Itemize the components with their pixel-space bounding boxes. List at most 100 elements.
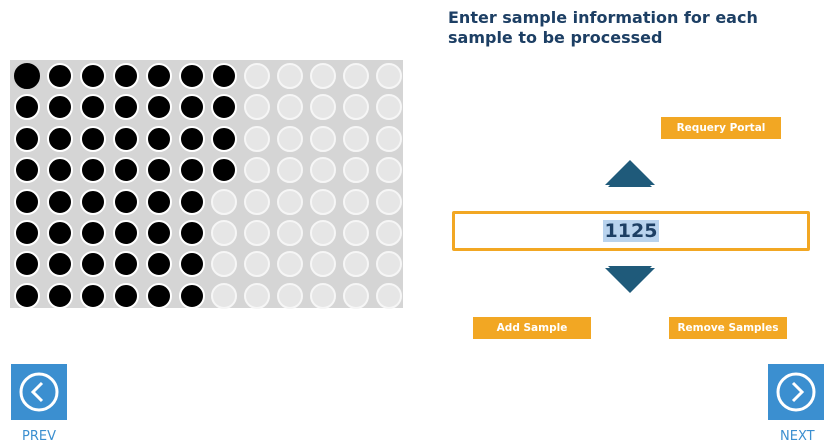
plate-well[interactable] — [112, 125, 139, 152]
plate-well[interactable] — [244, 251, 271, 278]
plate-well[interactable] — [145, 125, 172, 152]
plate-well[interactable] — [178, 220, 205, 246]
plate-well[interactable] — [14, 94, 40, 121]
plate-well[interactable] — [375, 63, 402, 89]
plate-well[interactable] — [343, 63, 369, 89]
plate-well[interactable] — [277, 125, 304, 152]
plate-well[interactable] — [178, 251, 205, 278]
plate-well[interactable] — [277, 251, 304, 278]
plate-well[interactable] — [211, 125, 238, 152]
plate-well[interactable] — [277, 157, 304, 184]
plate-well[interactable] — [343, 220, 369, 246]
plate-well[interactable] — [343, 251, 369, 278]
plate-well[interactable] — [112, 188, 139, 215]
plate-well[interactable] — [46, 94, 73, 121]
plate-well[interactable] — [79, 94, 106, 121]
plate-well[interactable] — [112, 251, 139, 278]
plate-well[interactable] — [244, 220, 271, 246]
plate-well[interactable] — [178, 94, 205, 121]
add-sample-button[interactable]: Add Sample — [473, 317, 591, 339]
prev-button[interactable] — [11, 364, 67, 420]
plate-well[interactable] — [310, 94, 337, 121]
plate-well[interactable] — [244, 157, 271, 184]
plate-well[interactable] — [277, 188, 304, 215]
plate-well[interactable] — [211, 188, 238, 215]
plate-well[interactable] — [145, 157, 172, 184]
plate-well[interactable] — [310, 63, 337, 89]
plate-well[interactable] — [211, 282, 238, 309]
plate-well[interactable] — [14, 125, 40, 152]
plate-well[interactable] — [46, 125, 73, 152]
plate-well[interactable] — [178, 63, 205, 89]
plate-well[interactable] — [310, 188, 337, 215]
plate-well[interactable] — [211, 94, 238, 121]
plate-well[interactable] — [14, 63, 40, 89]
plate-well[interactable] — [375, 125, 402, 152]
plate-well[interactable] — [178, 125, 205, 152]
chevron-down-icon[interactable] — [605, 266, 655, 298]
plate-well[interactable] — [46, 220, 73, 246]
plate-well[interactable] — [375, 251, 402, 278]
plate-well[interactable] — [14, 220, 40, 246]
plate-well[interactable] — [46, 63, 73, 89]
plate-well[interactable] — [211, 251, 238, 278]
plate-well[interactable] — [178, 282, 205, 309]
plate-well[interactable] — [310, 251, 337, 278]
plate-well[interactable] — [244, 94, 271, 121]
plate-well[interactable] — [79, 282, 106, 309]
plate-well[interactable] — [145, 251, 172, 278]
plate-well[interactable] — [46, 251, 73, 278]
plate-well[interactable] — [343, 188, 369, 215]
plate-well[interactable] — [46, 282, 73, 309]
plate-well[interactable] — [79, 157, 106, 184]
plate-well[interactable] — [343, 282, 369, 309]
plate-well[interactable] — [79, 220, 106, 246]
plate-well[interactable] — [211, 63, 238, 89]
plate-well[interactable] — [145, 188, 172, 215]
plate-well[interactable] — [343, 94, 369, 121]
plate-well[interactable] — [375, 220, 402, 246]
plate-well[interactable] — [178, 188, 205, 215]
plate-well[interactable] — [375, 282, 402, 309]
plate-well[interactable] — [46, 157, 73, 184]
plate-well[interactable] — [112, 220, 139, 246]
plate-well[interactable] — [244, 282, 271, 309]
plate-well[interactable] — [277, 94, 304, 121]
plate-well[interactable] — [178, 157, 205, 184]
plate-well[interactable] — [244, 188, 271, 215]
plate-well[interactable] — [145, 282, 172, 309]
plate-well[interactable] — [277, 63, 304, 89]
remove-samples-button[interactable]: Remove Samples — [669, 317, 787, 339]
plate-well[interactable] — [112, 94, 139, 121]
plate-well[interactable] — [244, 125, 271, 152]
sample-quantity-input[interactable]: 1125 — [452, 211, 810, 251]
plate-well[interactable] — [79, 188, 106, 215]
next-button[interactable] — [768, 364, 824, 420]
plate-well[interactable] — [375, 94, 402, 121]
plate-well[interactable] — [211, 157, 238, 184]
plate-well[interactable] — [310, 282, 337, 309]
plate-well[interactable] — [145, 94, 172, 121]
plate-well[interactable] — [112, 63, 139, 89]
plate-well[interactable] — [14, 282, 40, 309]
plate-well[interactable] — [79, 251, 106, 278]
plate-well[interactable] — [244, 63, 271, 89]
plate-well[interactable] — [79, 63, 106, 89]
plate-well[interactable] — [375, 188, 402, 215]
plate-well[interactable] — [375, 157, 402, 184]
plate-well[interactable] — [46, 188, 73, 215]
requery-portal-button[interactable]: Requery Portal — [661, 117, 781, 139]
plate-well[interactable] — [112, 157, 139, 184]
plate-well[interactable] — [310, 125, 337, 152]
plate-well[interactable] — [14, 157, 40, 184]
plate-well[interactable] — [310, 157, 337, 184]
plate-well[interactable] — [112, 282, 139, 309]
plate-well[interactable] — [277, 282, 304, 309]
plate-well[interactable] — [14, 188, 40, 215]
plate-well[interactable] — [277, 220, 304, 246]
plate-well[interactable] — [79, 125, 106, 152]
plate-well[interactable] — [343, 125, 369, 152]
plate-well[interactable] — [145, 63, 172, 89]
plate-well[interactable] — [14, 251, 40, 278]
plate-well[interactable] — [343, 157, 369, 184]
